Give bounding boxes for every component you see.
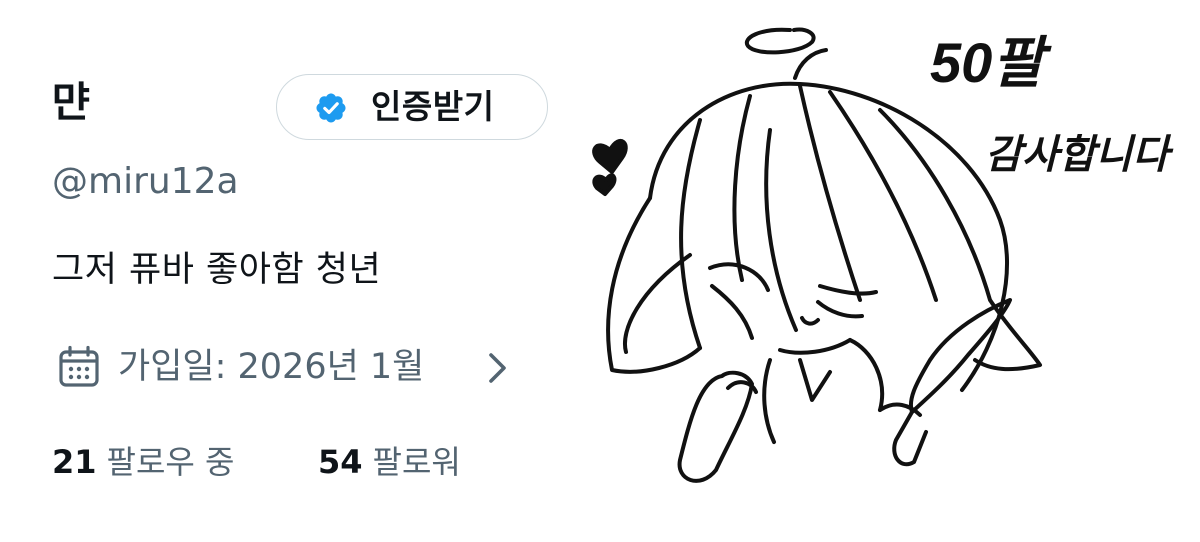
profile-bio: 그저 퓨바 좋아함 청년 bbox=[52, 250, 382, 290]
sketch-illustration: 50팔 감사합니다 bbox=[592, 27, 1174, 483]
profile-header: 먄 인증받기 @miru12a 그저 퓨바 좋아함 청년 가입일: 2026년 … bbox=[0, 0, 600, 542]
joined-date-row[interactable]: 가입일: 2026년 1월 bbox=[56, 340, 526, 394]
chevron-right-icon bbox=[489, 353, 506, 383]
following-label: 팔로우 중 bbox=[106, 443, 235, 481]
display-name: 먄 bbox=[52, 78, 91, 126]
user-handle: @miru12a bbox=[52, 161, 239, 202]
followers-label: 팔로워 bbox=[372, 443, 461, 481]
calendar-icon bbox=[59, 345, 99, 387]
followers-count-link[interactable]: 54 팔로워 bbox=[318, 436, 461, 488]
joined-date-label: 가입일: 2026년 1월 bbox=[118, 347, 425, 387]
get-verified-button[interactable]: 인증받기 bbox=[276, 74, 548, 140]
following-count-link[interactable]: 21 팔로우 중 bbox=[52, 436, 234, 488]
verified-badge-icon bbox=[316, 93, 346, 123]
drawing-caption-line1: 50팔 bbox=[930, 31, 1052, 94]
get-verified-label: 인증받기 bbox=[371, 87, 495, 126]
followers-count: 54 bbox=[318, 443, 363, 481]
drawing-caption-line2: 감사합니다 bbox=[985, 133, 1174, 177]
following-count: 21 bbox=[52, 443, 97, 481]
